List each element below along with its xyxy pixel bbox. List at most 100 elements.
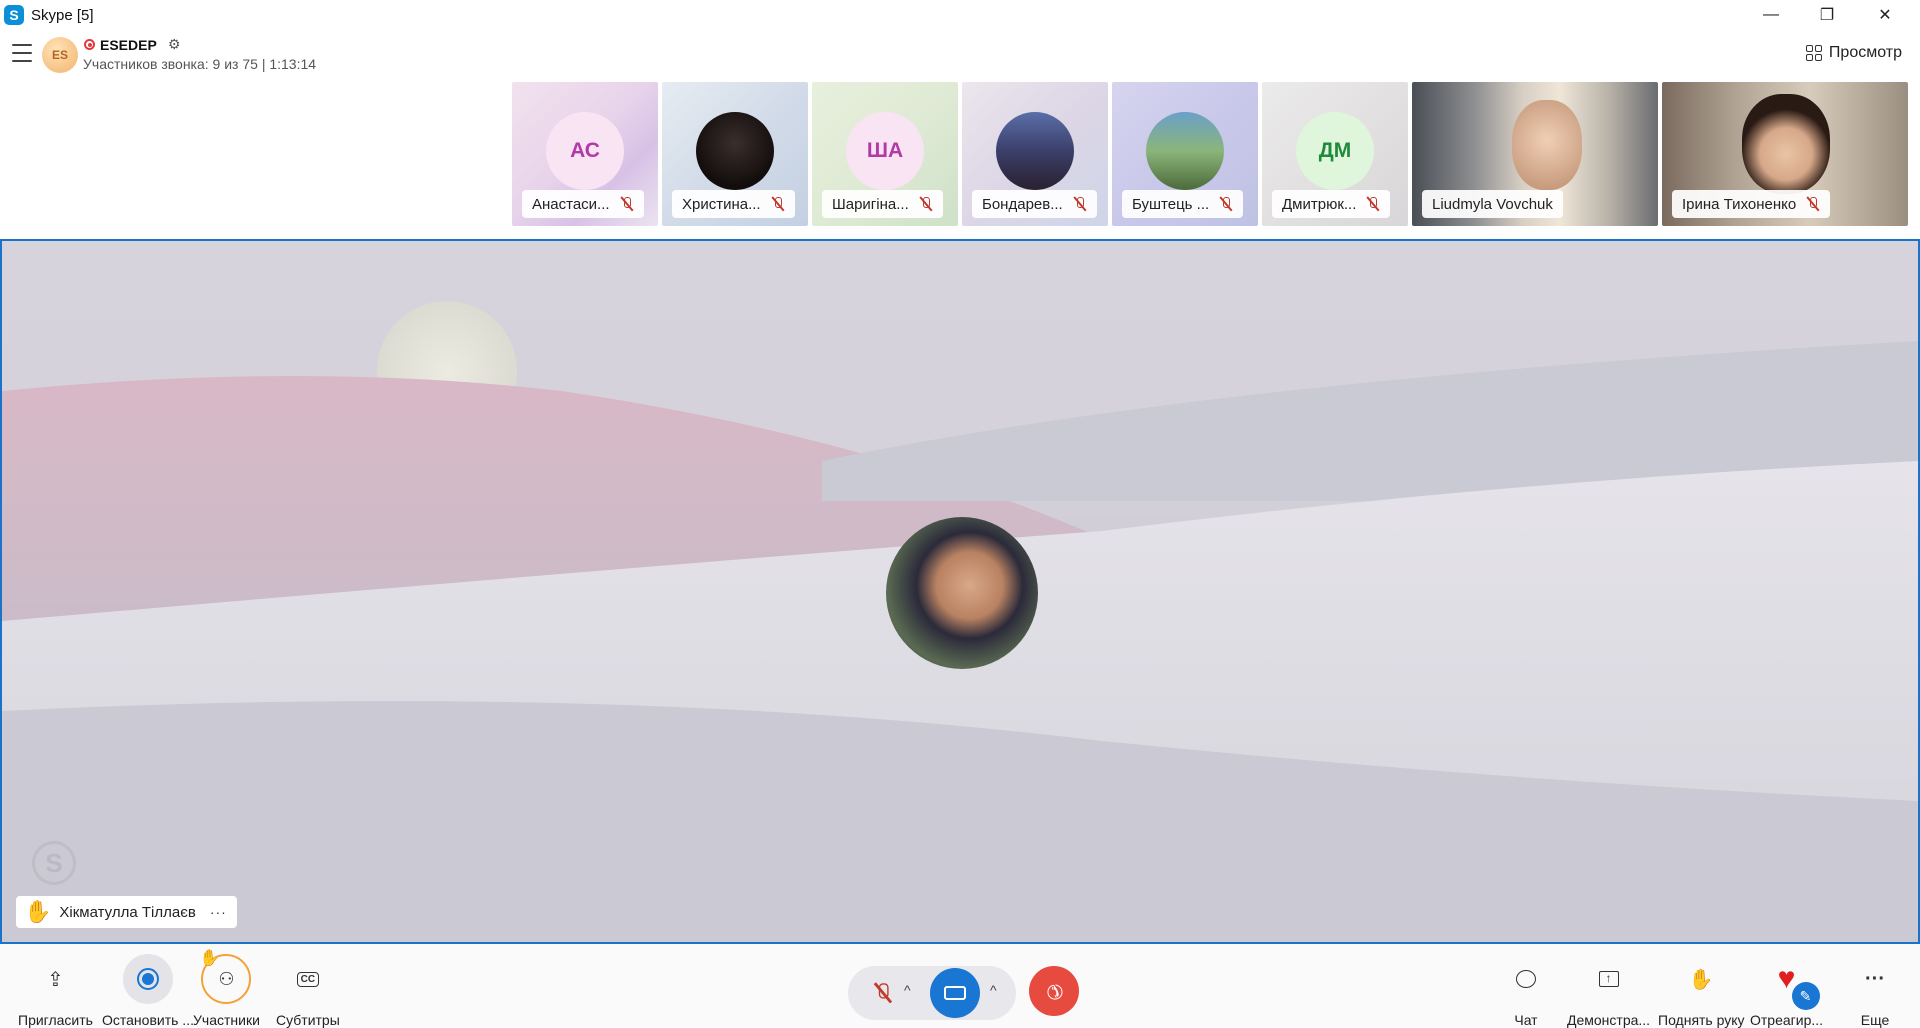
muted-mic-icon xyxy=(1366,196,1380,212)
media-controls: ^ ^ xyxy=(848,966,1016,1020)
participant-name-label: Ірина Тихоненко xyxy=(1672,190,1831,218)
participant-name: Буштець ... xyxy=(1132,195,1210,213)
muted-mic-icon xyxy=(620,196,634,212)
participant-name: Дмитрюк... xyxy=(1282,195,1357,213)
chat-label: Чат xyxy=(1514,1012,1538,1028)
skype-logo-icon: S xyxy=(4,5,24,25)
share-upload-icon: ⇪ xyxy=(47,968,64,991)
end-call-button[interactable]: ✆ xyxy=(1029,966,1079,1016)
chat-bubble-icon xyxy=(1501,954,1551,1004)
participant-video-face xyxy=(1512,100,1582,190)
stop-label: Остановить ... xyxy=(102,1012,194,1028)
participant-initials: ША xyxy=(846,112,924,190)
participant-name-label: Дмитрюк... xyxy=(1272,190,1391,218)
mic-options-chevron-icon[interactable]: ^ xyxy=(904,982,911,998)
participant-name: Бондарев... xyxy=(982,195,1063,213)
close-button[interactable]: ✕ xyxy=(1858,0,1912,30)
record-stop-icon xyxy=(122,954,173,1004)
call-title-row: ESEDEP ⚙ xyxy=(84,36,180,53)
people-icon: ⚇ ✋ xyxy=(199,950,252,1004)
participant-tile[interactable]: ША Шаригіна... xyxy=(812,82,958,226)
participant-photo xyxy=(1146,112,1224,190)
invite-button[interactable]: ⇪ Пригласить xyxy=(18,954,93,1028)
maximize-button[interactable]: ❐ xyxy=(1800,0,1854,30)
raised-hand-badge-icon: ✋ xyxy=(199,950,220,967)
grid-view-icon xyxy=(1805,45,1822,61)
call-header: ES ESEDEP ⚙ Участников звонка: 9 из 75 |… xyxy=(0,30,1920,80)
subtitles-button[interactable]: CC Субтитры xyxy=(276,954,340,1028)
participant-name: Шаригіна... xyxy=(832,195,909,213)
participant-name: Христина... xyxy=(682,195,761,213)
gear-icon[interactable]: ⚙ xyxy=(168,36,181,53)
share-screen-icon: ↑ xyxy=(1584,954,1634,1004)
video-camera-icon xyxy=(944,986,966,1000)
heart-icon: ♥ ✎ xyxy=(1762,954,1820,1010)
call-name[interactable]: ESEDEP xyxy=(100,37,157,53)
react-button[interactable]: ♥ ✎ Отреагир... xyxy=(1750,954,1823,1028)
view-button[interactable]: Просмотр xyxy=(1805,44,1902,62)
muted-mic-icon xyxy=(1219,196,1233,212)
participant-video-tile[interactable]: Liudmyla Vovchuk xyxy=(1412,82,1658,226)
video-toggle-button[interactable] xyxy=(930,968,980,1018)
recording-icon xyxy=(84,39,95,50)
participant-name-label: Анастаси... xyxy=(522,190,644,218)
title-bar: S Skype [5] — ❐ ✕ xyxy=(0,0,1920,30)
invite-label: Пригласить xyxy=(18,1012,93,1028)
main-stage[interactable]: S ✋ Хікматулла Тіллаєв ··· xyxy=(0,239,1920,944)
active-speaker-avatar xyxy=(886,517,1038,669)
closed-captions-icon: CC xyxy=(283,954,333,1004)
participant-tile[interactable]: ДМ Дмитрюк... xyxy=(1262,82,1408,226)
participant-name-label: Шаригіна... xyxy=(822,190,943,218)
muted-mic-icon xyxy=(873,982,893,1004)
stop-recording-button[interactable]: Остановить ... xyxy=(102,954,194,1028)
participants-button[interactable]: ⚇ ✋ Участники xyxy=(193,950,260,1028)
mute-mic-button[interactable] xyxy=(858,968,908,1018)
participant-name: Анастаси... xyxy=(532,195,610,213)
raised-hand-icon: ✋ xyxy=(24,899,52,924)
video-options-chevron-icon[interactable]: ^ xyxy=(990,982,997,998)
call-avatar[interactable]: ES xyxy=(42,37,78,73)
participant-tile[interactable]: Бондарев... xyxy=(962,82,1108,226)
more-label: Еще xyxy=(1860,1012,1890,1028)
share-label: Демонстра... xyxy=(1567,1012,1651,1028)
subtitles-label: Субтитры xyxy=(276,1012,340,1028)
hand-icon: ✋ xyxy=(1688,968,1714,991)
participant-initials: АС xyxy=(546,112,624,190)
participant-name: Liudmyla Vovchuk xyxy=(1432,195,1553,213)
react-label: Отреагир... xyxy=(1750,1012,1824,1028)
participant-video-tile[interactable]: Ірина Тихоненко xyxy=(1662,82,1908,226)
participant-name-label: Liudmyla Vovchuk xyxy=(1422,190,1563,218)
participant-video-face xyxy=(1742,94,1830,194)
participant-name-label: Буштець ... xyxy=(1122,190,1244,218)
muted-mic-icon xyxy=(919,196,933,212)
participant-strip: АС Анастаси... Христина... ША Шаригіна..… xyxy=(0,82,1920,226)
speaker-name: Хікматулла Тіллаєв xyxy=(59,903,196,921)
more-options-icon[interactable]: ··· xyxy=(210,904,227,920)
speaker-name-label[interactable]: ✋ Хікматулла Тіллаєв ··· xyxy=(16,896,237,928)
participant-tile[interactable]: Буштець ... xyxy=(1112,82,1258,226)
muted-mic-icon xyxy=(771,196,785,212)
muted-mic-icon xyxy=(1806,196,1820,212)
participant-tile[interactable]: АС Анастаси... xyxy=(512,82,658,226)
participant-name: Ірина Тихоненко xyxy=(1682,195,1797,213)
muted-mic-icon xyxy=(1073,196,1087,212)
hang-up-icon: ✆ xyxy=(1039,976,1068,1005)
view-label: Просмотр xyxy=(1828,44,1902,61)
more-button[interactable]: ··· Еще xyxy=(1850,954,1900,1028)
participant-tile[interactable]: Христина... xyxy=(662,82,808,226)
participant-photo xyxy=(696,112,774,190)
raise-hand-label: Поднять руку xyxy=(1658,1012,1745,1028)
participant-name-label: Бондарев... xyxy=(972,190,1097,218)
raise-hand-button[interactable]: ✋ Поднять руку xyxy=(1658,954,1745,1028)
ellipsis-icon: ··· xyxy=(1865,967,1885,990)
pencil-badge-icon: ✎ xyxy=(1791,982,1820,1010)
participant-initials: ДМ xyxy=(1296,112,1374,190)
call-status: Участников звонка: 9 из 75 | 1:13:14 xyxy=(83,56,317,72)
call-toolbar: ⇪ Пригласить Остановить ... ⚇ ✋ Участник… xyxy=(0,944,1920,1028)
share-screen-button[interactable]: ↑ Демонстра... xyxy=(1567,954,1650,1028)
minimize-button[interactable]: — xyxy=(1744,0,1798,30)
chat-button[interactable]: Чат xyxy=(1501,954,1551,1028)
hamburger-menu-button[interactable] xyxy=(12,44,32,62)
participants-label: Участники xyxy=(193,1012,260,1028)
participant-name-label: Христина... xyxy=(672,190,795,218)
